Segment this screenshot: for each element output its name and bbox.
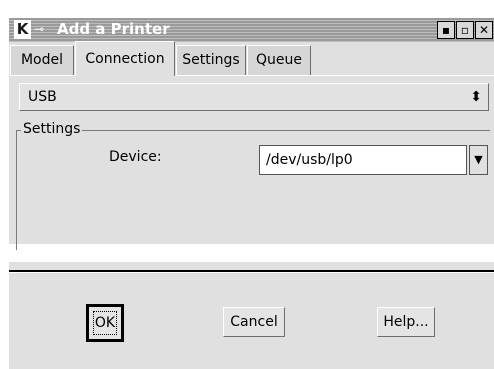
- pin-icon[interactable]: ⊸: [34, 22, 44, 36]
- maximize-icon: ▫: [460, 23, 470, 37]
- settings-group-label: Settings: [21, 121, 83, 137]
- maximize-button[interactable]: ▫: [456, 21, 474, 39]
- device-combobox[interactable]: /dev/usb/lp0: [259, 145, 467, 175]
- add-printer-window: K ⊸ Add a Printer ▪ ▫ ✕ Model Connection…: [9, 18, 494, 250]
- help-button[interactable]: Help...: [377, 307, 435, 337]
- tab-queue[interactable]: Queue: [247, 45, 311, 75]
- dialog-button-area: OK Cancel Help...: [9, 262, 494, 369]
- connection-type-value: USB: [28, 89, 57, 105]
- connection-type-select[interactable]: USB ⬍: [19, 83, 489, 111]
- close-button[interactable]: ✕: [475, 21, 493, 39]
- cancel-button[interactable]: Cancel: [223, 307, 285, 337]
- minimize-button[interactable]: ▪: [437, 21, 455, 39]
- k-app-icon[interactable]: K: [14, 20, 31, 39]
- close-icon: ✕: [478, 23, 490, 37]
- tab-connection[interactable]: Connection: [75, 41, 175, 76]
- title-bar[interactable]: K ⊸ Add a Printer ▪ ▫ ✕: [9, 18, 494, 42]
- window-title: Add a Printer: [57, 20, 170, 38]
- chevron-down-icon: ▼: [474, 153, 483, 166]
- tab-model[interactable]: Model: [10, 45, 74, 75]
- device-dropdown-button[interactable]: ▼: [469, 145, 488, 175]
- separator-highlight: [9, 272, 494, 273]
- focus-rect: [93, 311, 117, 335]
- updown-arrow-icon: ⬍: [470, 89, 482, 105]
- ok-button[interactable]: OK: [86, 304, 124, 342]
- minimize-icon: ▪: [441, 23, 451, 37]
- device-label: Device:: [109, 149, 162, 165]
- tab-settings[interactable]: Settings: [176, 45, 246, 75]
